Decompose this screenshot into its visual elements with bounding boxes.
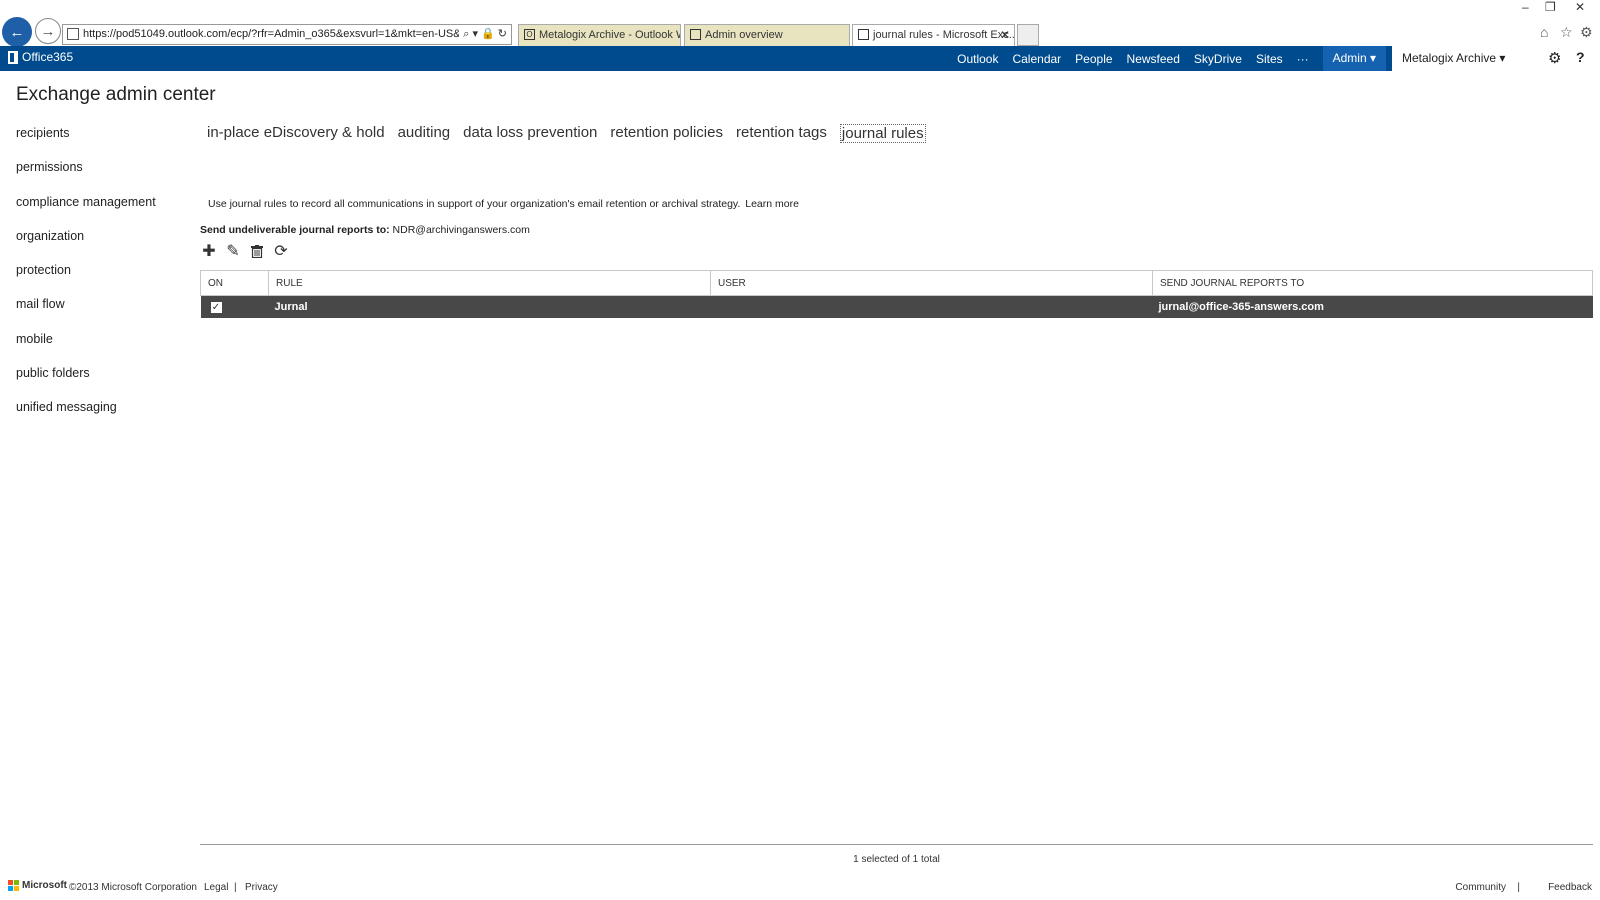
nav-skydrive[interactable]: SkyDrive — [1194, 52, 1242, 66]
tab-journal-rules[interactable]: journal rules — [839, 124, 926, 143]
feedback-link[interactable]: Feedback — [1548, 882, 1592, 893]
nav-outlook[interactable]: Outlook — [957, 52, 998, 66]
tab-label: journal rules - Microsoft Exc... — [873, 29, 1015, 41]
cell-rule: Jurnal — [268, 295, 711, 318]
learn-more-link[interactable]: Learn more — [745, 198, 799, 210]
tab-label: Admin overview — [705, 29, 783, 41]
settings-gear-icon[interactable]: ⚙ — [1548, 49, 1561, 67]
browser-tab-metalogix[interactable]: O Metalogix Archive - Outlook W... — [518, 24, 681, 46]
page-footer: Microsoft ©2013 Microsoft Corporation Le… — [0, 879, 1600, 899]
forward-arrow-icon[interactable]: → — [35, 18, 61, 44]
ndr-address-link[interactable]: NDR@archivinganswers.com — [393, 224, 530, 236]
user-area: Metalogix Archive ▾ ⚙ ? — [1392, 46, 1600, 71]
plus-icon[interactable]: ✚ — [200, 242, 218, 260]
ndr-setting: Send undeliverable journal reports to: N… — [200, 224, 530, 236]
page-title: Exchange admin center — [16, 84, 216, 105]
tab-in-place-ediscovery[interactable]: in-place eDiscovery & hold — [207, 124, 385, 143]
office365-logo-text: Office365 — [22, 50, 74, 64]
nav-more[interactable]: ··· — [1297, 52, 1309, 66]
address-actions[interactable]: ⌕ ▾ 🔒 ↻ — [459, 25, 507, 44]
tab-retention-policies[interactable]: retention policies — [610, 124, 723, 143]
description-text: Use journal rules to record all communic… — [208, 198, 741, 210]
selection-status: 1 selected of 1 total — [853, 854, 940, 865]
nav-people[interactable]: People — [1075, 52, 1112, 66]
microsoft-logo-icon — [8, 880, 19, 891]
tab-auditing[interactable]: auditing — [398, 124, 451, 143]
microsoft-brand-text: Microsoft — [22, 880, 67, 891]
new-tab-button[interactable] — [1017, 24, 1039, 46]
left-nav-unified-messaging[interactable]: unified messaging — [16, 398, 156, 432]
close-window-button[interactable]: ✕ — [1575, 0, 1585, 14]
left-nav-protection[interactable]: protection — [16, 261, 156, 295]
tab-data-loss-prevention[interactable]: data loss prevention — [463, 124, 597, 143]
help-icon[interactable]: ? — [1576, 49, 1585, 65]
column-header-send-journal-reports-to[interactable]: SEND JOURNAL REPORTS TO — [1152, 270, 1593, 296]
ndr-label: Send undeliverable journal reports to: — [200, 224, 390, 236]
outlook-icon: O — [524, 29, 535, 40]
tab-label: Metalogix Archive - Outlook W... — [539, 29, 681, 41]
top-nav: Outlook Calendar People Newsfeed SkyDriv… — [957, 46, 1386, 71]
browser-toolbar: – ❐ ✕ ← → https://pod51049.outlook.com/e… — [0, 0, 1600, 47]
address-bar[interactable]: https://pod51049.outlook.com/ecp/?rfr=Ad… — [62, 24, 512, 45]
office365-nav-bar: Office365 Outlook Calendar People Newsfe… — [0, 46, 1600, 71]
cell-on: ✓ — [200, 295, 269, 318]
page-favicon-icon — [67, 28, 79, 40]
action-toolbar: ✚ ✎ ⟳ — [200, 242, 290, 260]
left-nav-public-folders[interactable]: public folders — [16, 364, 156, 398]
table-footer-divider — [200, 844, 1593, 845]
table-header-row: ON RULE USER SEND JOURNAL REPORTS TO — [200, 270, 1593, 296]
nav-newsfeed[interactable]: Newsfeed — [1127, 52, 1180, 66]
privacy-link[interactable]: Privacy — [245, 882, 278, 893]
copyright-text: ©2013 Microsoft Corporation — [69, 882, 197, 893]
back-arrow-icon[interactable]: ← — [2, 17, 32, 47]
left-nav-recipients[interactable]: recipients — [16, 124, 156, 158]
journal-rules-table: ON RULE USER SEND JOURNAL REPORTS TO ✓ J… — [200, 270, 1593, 318]
cell-send-to: jurnal@office-365-answers.com — [1152, 295, 1593, 318]
column-header-user[interactable]: USER — [710, 270, 1153, 296]
tab-retention-tags[interactable]: retention tags — [736, 124, 827, 143]
compliance-sub-tabs: in-place eDiscovery & hold auditing data… — [207, 124, 926, 143]
left-nav-compliance-management[interactable]: compliance management — [16, 193, 156, 227]
minimize-button[interactable]: – — [1522, 0, 1529, 14]
nav-admin[interactable]: Admin ▾ — [1322, 46, 1386, 71]
page-icon — [858, 29, 869, 40]
browser-tab-journal-rules[interactable]: journal rules - Microsoft Exc... ✕ — [852, 24, 1015, 46]
microsoft-logo: Microsoft — [8, 880, 67, 891]
column-header-on[interactable]: ON — [200, 270, 269, 296]
pencil-icon[interactable]: ✎ — [224, 242, 242, 260]
footer-separator: | — [1517, 882, 1520, 893]
browser-tab-admin-overview[interactable]: Admin overview — [684, 24, 850, 46]
left-nav-organization[interactable]: organization — [16, 227, 156, 261]
rule-enabled-checkbox[interactable]: ✓ — [210, 301, 222, 313]
left-nav-mobile[interactable]: mobile — [16, 330, 156, 364]
office-logo-icon — [8, 50, 18, 64]
star-icon[interactable]: ☆ — [1560, 24, 1573, 41]
table-row[interactable]: ✓ Jurnal jurnal@office-365-answers.com — [200, 295, 1593, 318]
cell-user — [710, 295, 1153, 318]
nav-calendar[interactable]: Calendar — [1012, 52, 1061, 66]
user-name-menu[interactable]: Metalogix Archive ▾ — [1402, 51, 1505, 65]
community-link[interactable]: Community — [1455, 882, 1506, 893]
legal-link[interactable]: Legal — [204, 882, 228, 893]
gear-icon[interactable]: ⚙ — [1580, 24, 1593, 41]
refresh-icon[interactable]: ⟳ — [272, 242, 290, 260]
office-icon — [690, 29, 701, 40]
left-nav-mail-flow[interactable]: mail flow — [16, 295, 156, 329]
home-icon[interactable]: ⌂ — [1540, 24, 1548, 40]
nav-sites[interactable]: Sites — [1256, 52, 1283, 66]
office365-logo[interactable]: Office365 — [8, 50, 73, 64]
restore-button[interactable]: ❐ — [1545, 0, 1556, 14]
left-nav-permissions[interactable]: permissions — [16, 158, 156, 192]
close-tab-icon[interactable]: ✕ — [1000, 25, 1010, 45]
column-header-rule[interactable]: RULE — [268, 270, 711, 296]
address-url: https://pod51049.outlook.com/ecp/?rfr=Ad… — [83, 28, 486, 40]
footer-separator: | — [234, 882, 237, 893]
left-nav: recipients permissions compliance manage… — [16, 124, 156, 433]
page-description: Use journal rules to record all communic… — [208, 198, 799, 210]
trash-icon[interactable] — [248, 242, 266, 260]
